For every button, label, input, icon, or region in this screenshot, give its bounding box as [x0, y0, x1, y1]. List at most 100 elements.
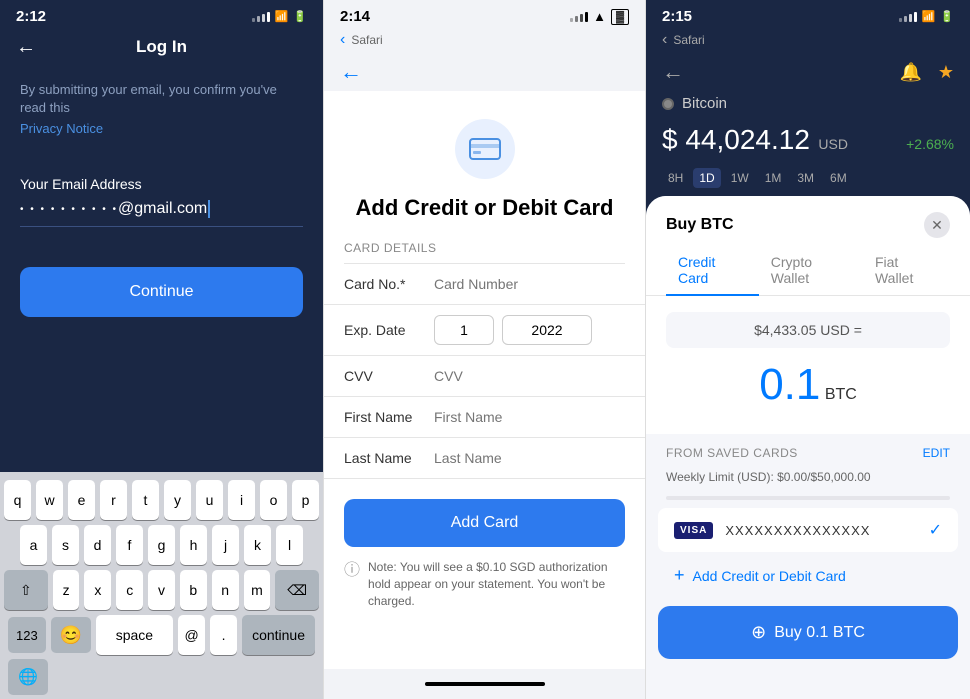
key-v[interactable]: v — [148, 570, 175, 610]
plus-icon: + — [674, 565, 685, 586]
key-at[interactable]: @ — [178, 615, 205, 655]
p1-status-bar: 2:12 📶 🔋 — [0, 0, 323, 29]
globe-key[interactable]: 🌐 — [8, 659, 48, 695]
tab-credit-card[interactable]: Credit Card — [666, 246, 759, 296]
signal-icon — [570, 12, 588, 22]
add-card-button[interactable]: Add Card — [344, 499, 625, 547]
key-c[interactable]: c — [116, 570, 143, 610]
btc-dot — [662, 98, 674, 110]
wifi-icon: 📶 — [275, 10, 289, 23]
tab-fiat-wallet[interactable]: Fiat Wallet — [863, 246, 950, 296]
email-label: Your Email Address — [0, 160, 323, 200]
p3-nav-icons: 🔔 ★ — [899, 62, 954, 83]
edit-button[interactable]: EDIT — [923, 446, 950, 460]
key-e[interactable]: e — [68, 480, 95, 520]
p2-status-bar: 2:14 ▲ ▓ — [324, 0, 645, 29]
key-y[interactable]: y — [164, 480, 191, 520]
back-button[interactable]: ← — [340, 59, 362, 85]
card-number-input[interactable] — [434, 276, 625, 292]
key-p[interactable]: p — [292, 480, 319, 520]
card-number: XXXXXXXXXXXXXXX — [725, 523, 870, 538]
buy-icon: ⊕ — [751, 622, 766, 643]
home-bar — [324, 669, 645, 699]
modal-header: Buy BTC ✕ — [646, 196, 970, 246]
safari-label: Safari — [673, 33, 704, 47]
continue-button[interactable]: Continue — [20, 267, 303, 317]
btc-number: 0.1 — [759, 360, 820, 409]
key-t[interactable]: t — [132, 480, 159, 520]
email-dots: • • • • • • • • • • — [20, 204, 118, 215]
safari-back-icon[interactable]: ‹ — [662, 31, 667, 49]
key-j[interactable]: j — [212, 525, 239, 565]
signal-icon — [899, 12, 917, 22]
keyboard-row-3: ⇧ z x c v b n m ⌫ — [4, 570, 319, 610]
btc-row: Bitcoin — [646, 91, 970, 120]
key-w[interactable]: w — [36, 480, 63, 520]
last-name-input[interactable] — [434, 450, 625, 466]
first-name-input[interactable] — [434, 409, 625, 425]
time-tab-3m[interactable]: 3M — [791, 168, 820, 188]
key-g[interactable]: g — [148, 525, 175, 565]
key-d[interactable]: d — [84, 525, 111, 565]
emoji-key[interactable]: 😊 — [51, 617, 91, 653]
key-h[interactable]: h — [180, 525, 207, 565]
back-button[interactable]: ← — [16, 36, 36, 59]
back-button[interactable]: ← — [662, 59, 684, 85]
add-card-link[interactable]: Add Credit or Debit Card — [693, 568, 846, 584]
tab-crypto-wallet[interactable]: Crypto Wallet — [759, 246, 863, 296]
key-z[interactable]: z — [53, 570, 80, 610]
key-s[interactable]: s — [52, 525, 79, 565]
close-button[interactable]: ✕ — [924, 212, 950, 238]
p2-status-icons: ▲ ▓ — [570, 9, 629, 25]
btc-amount: 0.1 BTC — [666, 356, 950, 418]
backspace-key[interactable]: ⌫ — [275, 570, 319, 610]
wifi-icon: 📶 — [922, 10, 936, 23]
star-icon[interactable]: ★ — [938, 62, 954, 83]
key-n[interactable]: n — [212, 570, 239, 610]
note-section: ⓘ Note: You will see a $0.10 SGD authori… — [324, 559, 645, 629]
amount-section: $4,433.05 USD = 0.1 BTC — [646, 296, 970, 434]
safari-back-icon[interactable]: ‹ — [340, 31, 345, 49]
time-tab-6m[interactable]: 6M — [824, 168, 853, 188]
key-i[interactable]: i — [228, 480, 255, 520]
key-k[interactable]: k — [244, 525, 271, 565]
exp-month-input[interactable] — [434, 315, 494, 345]
shift-key[interactable]: ⇧ — [4, 570, 48, 610]
key-u[interactable]: u — [196, 480, 223, 520]
privacy-link[interactable]: Privacy Notice — [0, 121, 323, 160]
add-card-panel: 2:14 ▲ ▓ ‹ Safari ← — [323, 0, 646, 699]
add-card-row[interactable]: + Add Credit or Debit Card — [646, 553, 970, 598]
cvv-input[interactable] — [434, 368, 625, 384]
exp-date-label: Exp. Date — [344, 322, 434, 338]
time-tab-8h[interactable]: 8H — [662, 168, 689, 188]
key-m[interactable]: m — [244, 570, 271, 610]
key-o[interactable]: o — [260, 480, 287, 520]
buy-button[interactable]: ⊕ Buy 0.1 BTC — [658, 606, 958, 659]
btc-price: $ 44,024.12 — [662, 124, 810, 155]
card-icon — [455, 119, 515, 179]
key-b[interactable]: b — [180, 570, 207, 610]
time-tab-1w[interactable]: 1W — [725, 168, 755, 188]
continue-key[interactable]: continue — [242, 615, 315, 655]
time-tabs: 8H 1D 1W 1M 3M 6M — [646, 164, 970, 196]
key-123[interactable]: 123 — [8, 617, 46, 653]
time-tab-1d[interactable]: 1D — [693, 168, 720, 188]
wifi-icon: ▲ — [593, 9, 606, 24]
key-a[interactable]: a — [20, 525, 47, 565]
exp-year-input[interactable] — [502, 315, 592, 345]
saved-cards-header: FROM SAVED CARDS EDIT — [646, 434, 970, 468]
btc-unit: BTC — [825, 386, 857, 403]
btc-label: Bitcoin — [682, 95, 727, 112]
bell-icon[interactable]: 🔔 — [899, 62, 921, 83]
key-x[interactable]: x — [84, 570, 111, 610]
key-f[interactable]: f — [116, 525, 143, 565]
time-tab-1m[interactable]: 1M — [759, 168, 788, 188]
last-name-row: Last Name — [324, 438, 645, 479]
saved-card-item[interactable]: VISA XXXXXXXXXXXXXXX ✓ — [658, 508, 958, 552]
key-period[interactable]: . — [210, 615, 237, 655]
key-l[interactable]: l — [276, 525, 303, 565]
space-key[interactable]: space — [96, 615, 173, 655]
first-name-row: First Name — [324, 397, 645, 438]
key-r[interactable]: r — [100, 480, 127, 520]
key-q[interactable]: q — [4, 480, 31, 520]
